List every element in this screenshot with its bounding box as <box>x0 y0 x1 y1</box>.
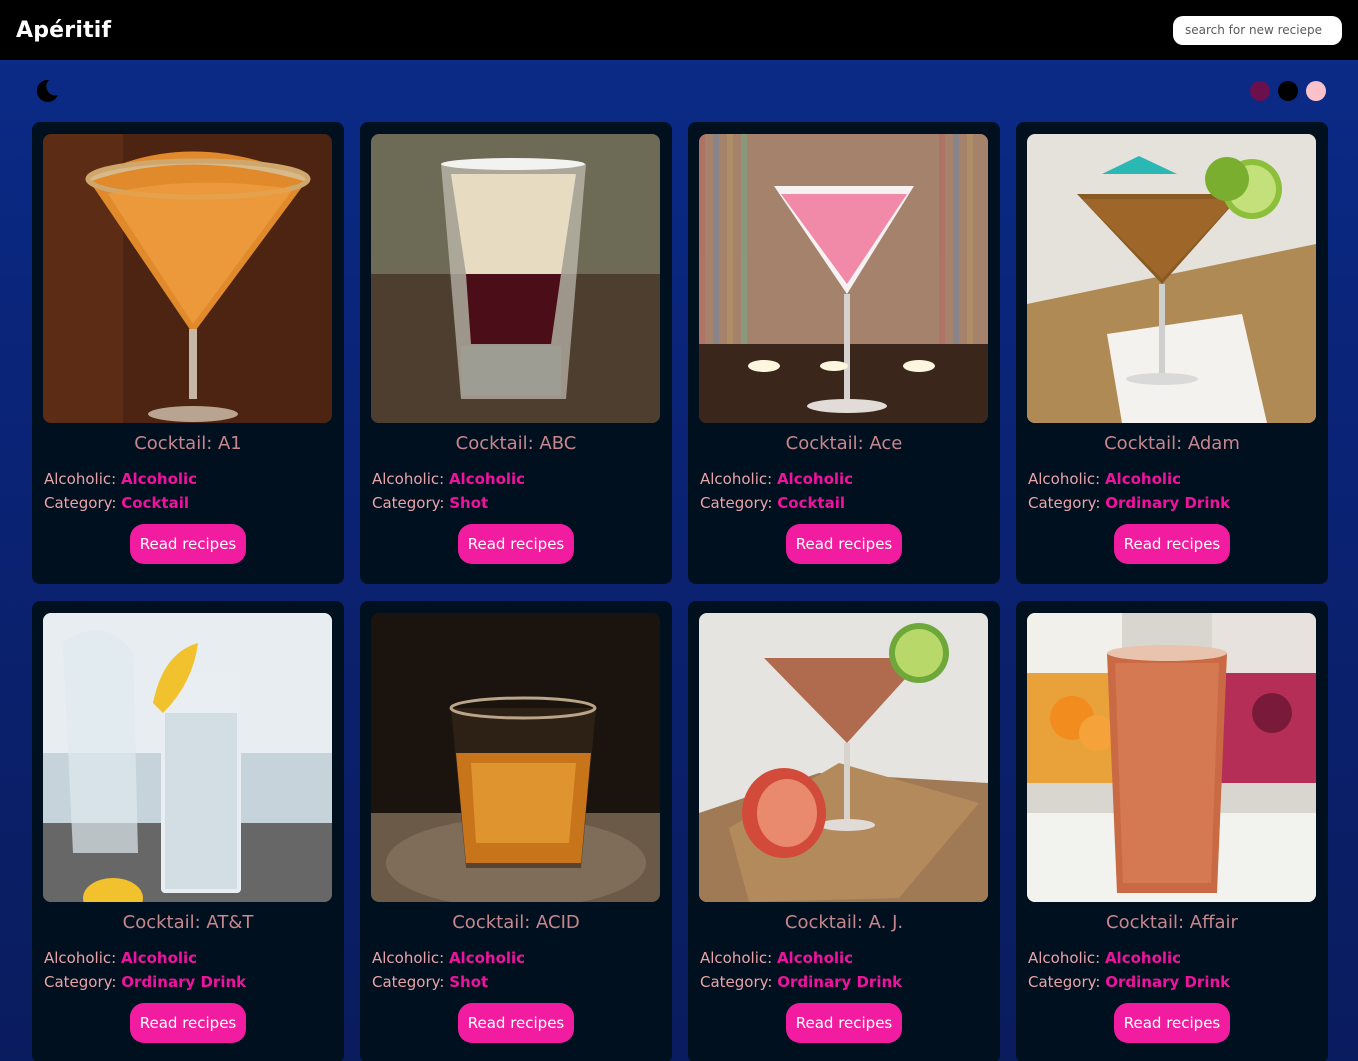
alcoholic-value: Alcoholic <box>120 470 198 488</box>
alcoholic-label: Alcoholic: <box>1028 470 1105 488</box>
read-recipes-button[interactable]: Read recipes <box>129 524 247 564</box>
read-recipes-button[interactable]: Read recipes <box>457 524 575 564</box>
alcoholic-label: Alcoholic: <box>372 949 449 967</box>
cocktail-image[interactable] <box>371 613 660 902</box>
category-value: Ordinary Drink <box>1105 973 1231 991</box>
read-recipes-button[interactable]: Read recipes <box>1113 524 1231 564</box>
cocktail-grid: Cocktail: A1 Alcoholic: Alcoholic Catego… <box>32 122 1328 1061</box>
cocktail-meta: Alcoholic: Alcoholic Category: Ordinary … <box>699 946 989 994</box>
swatch-plum[interactable] <box>1250 81 1270 101</box>
top-navbar: Apéritif <box>0 0 1358 60</box>
cocktail-meta: Alcoholic: Alcoholic Category: Ordinary … <box>1027 467 1317 515</box>
category-value: Ordinary Drink <box>121 973 247 991</box>
cocktail-image[interactable] <box>1027 613 1316 902</box>
category-label: Category: <box>1028 494 1106 512</box>
cocktail-card: Cocktail: A. J. Alcoholic: Alcoholic Cat… <box>688 601 1000 1061</box>
category-value: Cocktail <box>777 494 846 512</box>
alcoholic-label: Alcoholic: <box>44 470 121 488</box>
moon-icon[interactable] <box>34 78 60 104</box>
cocktail-card: Cocktail: A1 Alcoholic: Alcoholic Catego… <box>32 122 344 584</box>
cocktail-image[interactable] <box>1027 134 1316 423</box>
alcoholic-label: Alcoholic: <box>372 470 449 488</box>
alcoholic-value: Alcoholic <box>120 949 198 967</box>
category-label: Category: <box>372 973 450 991</box>
category-label: Category: <box>44 973 122 991</box>
cocktail-image[interactable] <box>371 134 660 423</box>
cocktail-meta: Alcoholic: Alcoholic Category: Ordinary … <box>43 946 333 994</box>
cocktail-title: Cocktail: Adam <box>1104 433 1240 454</box>
read-recipes-button[interactable]: Read recipes <box>785 1003 903 1043</box>
cocktail-title: Cocktail: A. J. <box>784 912 904 933</box>
category-value: Shot <box>449 973 489 991</box>
category-value: Cocktail <box>121 494 190 512</box>
cocktail-meta: Alcoholic: Alcoholic Category: Cocktail <box>43 467 333 515</box>
alcoholic-value: Alcoholic <box>776 470 854 488</box>
category-label: Category: <box>700 494 778 512</box>
category-label: Category: <box>1028 973 1106 991</box>
alcoholic-label: Alcoholic: <box>44 949 121 967</box>
read-recipes-button[interactable]: Read recipes <box>785 524 903 564</box>
cocktail-card: Cocktail: AT&T Alcoholic: Alcoholic Cate… <box>32 601 344 1061</box>
cocktail-meta: Alcoholic: Alcoholic Category: Ordinary … <box>1027 946 1317 994</box>
cocktail-image[interactable] <box>699 134 988 423</box>
alcoholic-label: Alcoholic: <box>1028 949 1105 967</box>
swatch-black[interactable] <box>1278 81 1298 101</box>
cocktail-image[interactable] <box>43 134 332 423</box>
cocktail-meta: Alcoholic: Alcoholic Category: Shot <box>371 946 661 994</box>
cocktail-title: Cocktail: A1 <box>134 433 242 454</box>
alcoholic-value: Alcoholic <box>776 949 854 967</box>
category-value: Ordinary Drink <box>777 973 903 991</box>
category-label: Category: <box>44 494 122 512</box>
category-label: Category: <box>372 494 450 512</box>
brand-logo[interactable]: Apéritif <box>16 18 111 43</box>
cocktail-card: Cocktail: Adam Alcoholic: Alcoholic Cate… <box>1016 122 1328 584</box>
cocktail-card: Cocktail: ACID Alcoholic: Alcoholic Cate… <box>360 601 672 1061</box>
cocktail-meta: Alcoholic: Alcoholic Category: Cocktail <box>699 467 989 515</box>
alcoholic-value: Alcoholic <box>1104 470 1182 488</box>
cocktail-title: Cocktail: ABC <box>455 433 577 454</box>
alcoholic-value: Alcoholic <box>448 470 526 488</box>
alcoholic-label: Alcoholic: <box>700 470 777 488</box>
read-recipes-button[interactable]: Read recipes <box>129 1003 247 1043</box>
alcoholic-value: Alcoholic <box>448 949 526 967</box>
category-label: Category: <box>700 973 778 991</box>
cocktail-image[interactable] <box>699 613 988 902</box>
read-recipes-button[interactable]: Read recipes <box>457 1003 575 1043</box>
cocktail-card: Cocktail: ABC Alcoholic: Alcoholic Categ… <box>360 122 672 584</box>
read-recipes-button[interactable]: Read recipes <box>1113 1003 1231 1043</box>
category-value: Ordinary Drink <box>1105 494 1231 512</box>
cocktail-title: Cocktail: Affair <box>1106 912 1238 933</box>
search-input[interactable] <box>1173 15 1342 45</box>
cocktail-title: Cocktail: AT&T <box>122 912 254 933</box>
cocktail-meta: Alcoholic: Alcoholic Category: Shot <box>371 467 661 515</box>
cocktail-card: Cocktail: Ace Alcoholic: Alcoholic Categ… <box>688 122 1000 584</box>
cocktail-image[interactable] <box>43 613 332 902</box>
cocktail-card: Cocktail: Affair Alcoholic: Alcoholic Ca… <box>1016 601 1328 1061</box>
color-theme-picker <box>1250 81 1326 101</box>
alcoholic-label: Alcoholic: <box>700 949 777 967</box>
swatch-pink[interactable] <box>1306 81 1326 101</box>
alcoholic-value: Alcoholic <box>1104 949 1182 967</box>
cocktail-title: Cocktail: ACID <box>452 912 580 933</box>
cocktail-title: Cocktail: Ace <box>785 433 903 454</box>
category-value: Shot <box>449 494 489 512</box>
